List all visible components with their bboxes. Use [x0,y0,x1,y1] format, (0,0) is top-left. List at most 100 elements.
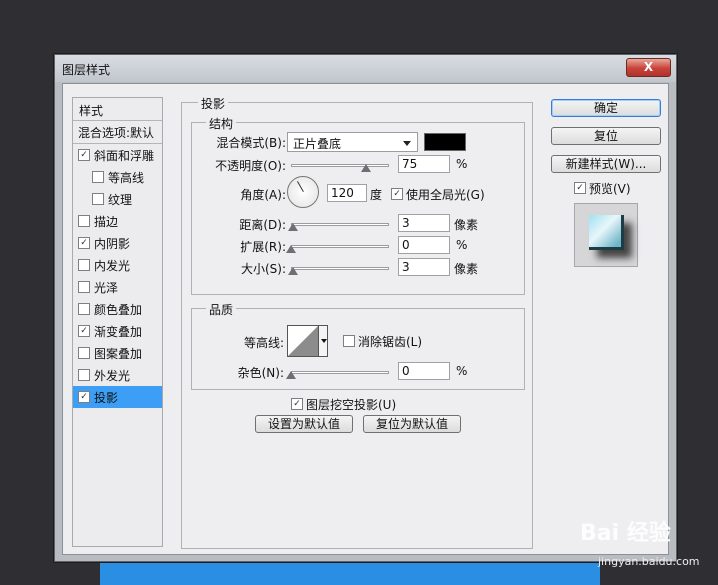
style-item-checkbox[interactable]: ✓ [78,325,90,337]
style-item-checkbox[interactable] [92,171,104,183]
style-item[interactable]: ✓ 投影 [73,386,162,408]
style-item[interactable]: ✓ 渐变叠加 [73,320,162,342]
title-bar[interactable]: 图层样式 X [55,55,676,82]
angle-unit: 度 [370,188,383,202]
styles-header-label: 样式 [79,104,104,118]
size-input[interactable]: 3 [398,258,450,276]
quality-title: 品质 [206,301,237,318]
spread-slider[interactable] [291,245,389,248]
angle-dial-icon[interactable] [287,176,319,208]
distance-input[interactable]: 3 [398,214,450,232]
noise-slider-handle[interactable] [286,371,296,379]
contour-curve-icon [288,326,318,356]
antialias-checkbox[interactable] [343,335,355,347]
watermark-url: jingyan.baidu.com [598,555,700,568]
style-item-checkbox[interactable]: ✓ [78,391,90,403]
style-item-checkbox[interactable] [78,259,90,271]
antialias-label: 消除锯齿(L) [358,335,423,349]
contour-dropdown-button[interactable] [319,325,328,357]
style-preview-thumbnail [574,203,638,267]
layer-style-dialog: 图层样式 X 样式 混合选项:默认 ✓ 斜面和浮雕等高线纹理描边 ✓ 内阴影内发光 光泽… [54,54,677,562]
opacity-label: 不透明度(O): [215,159,286,173]
reset-default-button[interactable]: 复位为默认值 [363,415,461,433]
style-item-label: 纹理 [108,193,133,207]
preview-label: 预览(V) [589,182,631,196]
structure-group: 结构 混合模式(B): 正片叠底 不透明度(O): 75 % 角度(A): 12… [191,115,525,295]
spread-input[interactable]: 0 [398,236,450,254]
blend-mode-select[interactable]: 正片叠底 [287,132,418,152]
noise-label: 杂色(N): [237,366,284,380]
new-style-button[interactable]: 新建样式(W)... [551,155,661,173]
noise-input[interactable]: 0 [398,362,450,380]
style-item-label: 斜面和浮雕 [94,149,155,163]
style-item[interactable]: 外发光 [73,364,162,386]
close-button[interactable]: X [626,58,671,77]
knockout-label: 图层挖空投影(U) [306,398,397,412]
contour-label: 等高线: [243,336,284,350]
knockout-checkbox[interactable]: ✓ [291,398,303,410]
style-item-checkbox[interactable] [78,215,90,227]
shadow-color-swatch[interactable] [424,133,466,151]
style-item-checkbox[interactable] [78,281,90,293]
noise-slider[interactable] [291,371,389,374]
styles-list: 样式 混合选项:默认 ✓ 斜面和浮雕等高线纹理描边 ✓ 内阴影内发光 光泽颜色叠加 ✓ 渐变… [72,97,163,547]
style-item[interactable]: 颜色叠加 [73,298,162,320]
style-item-checkbox[interactable] [92,193,104,205]
spread-unit: % [456,238,468,252]
size-unit: 像素 [454,262,479,276]
quality-group: 品质 等高线: 消除锯齿(L) 杂色(N): 0 % [191,301,525,390]
angle-label: 角度(A): [240,188,286,202]
opacity-slider[interactable] [291,164,389,167]
preview-swatch [589,215,624,250]
style-item-checkbox[interactable]: ✓ [78,237,90,249]
distance-unit: 像素 [454,218,479,232]
drop-shadow-title: 投影 [198,95,229,112]
contour-picker[interactable] [287,325,319,357]
style-item-label: 图案叠加 [94,347,143,361]
style-item[interactable]: 描边 [73,210,162,232]
size-label: 大小(S): [240,262,286,276]
make-default-button[interactable]: 设置为默认值 [255,415,353,433]
global-light-checkbox[interactable]: ✓ [391,188,403,200]
ok-button[interactable]: 确定 [551,99,661,117]
style-item-label: 渐变叠加 [94,325,143,339]
distance-label: 距离(D): [239,218,286,232]
style-item-checkbox[interactable]: ✓ [78,149,90,161]
distance-slider-handle[interactable] [288,223,298,231]
spread-slider-handle[interactable] [286,245,296,253]
spread-label: 扩展(R): [240,240,286,254]
style-item-label: 描边 [94,215,119,229]
reset-button[interactable]: 复位 [551,127,661,145]
opacity-input[interactable]: 75 [398,155,450,173]
size-slider[interactable] [291,267,389,270]
style-item[interactable]: 等高线 [73,166,162,188]
style-item[interactable]: ✓ 内阴影 [73,232,162,254]
opacity-slider-handle[interactable] [361,164,371,172]
blend-options-item[interactable]: 混合选项:默认 [73,121,162,144]
style-item-label: 颜色叠加 [94,303,143,317]
angle-input[interactable]: 120 [327,184,367,202]
style-item-checkbox[interactable] [78,303,90,315]
style-item-label: 内阴影 [94,237,131,251]
structure-title: 结构 [206,115,237,132]
style-item[interactable]: 内发光 [73,254,162,276]
blend-mode-value: 正片叠底 [293,137,342,151]
styles-header[interactable]: 样式 [73,98,162,121]
blend-options-label: 混合选项:默认 [78,126,155,140]
opacity-unit: % [456,157,468,171]
angle-dial-needle [297,181,304,192]
style-item-checkbox[interactable] [78,347,90,359]
dialog-body: 样式 混合选项:默认 ✓ 斜面和浮雕等高线纹理描边 ✓ 内阴影内发光 光泽颜色叠加 ✓ 渐变… [62,83,669,555]
style-item[interactable]: 纹理 [73,188,162,210]
style-item[interactable]: ✓ 斜面和浮雕 [73,144,162,166]
preview-checkbox[interactable]: ✓ [574,182,586,194]
size-slider-handle[interactable] [288,267,298,275]
blend-mode-label: 混合模式(B): [216,136,286,150]
style-item[interactable]: 光泽 [73,276,162,298]
distance-slider[interactable] [291,223,389,226]
drop-shadow-group: 投影 结构 混合模式(B): 正片叠底 不透明度(O): 75 % 角度(A):… [181,95,533,549]
style-item[interactable]: 图案叠加 [73,342,162,364]
style-item-label: 等高线 [108,171,145,185]
style-item-checkbox[interactable] [78,369,90,381]
style-item-label: 外发光 [94,369,131,383]
